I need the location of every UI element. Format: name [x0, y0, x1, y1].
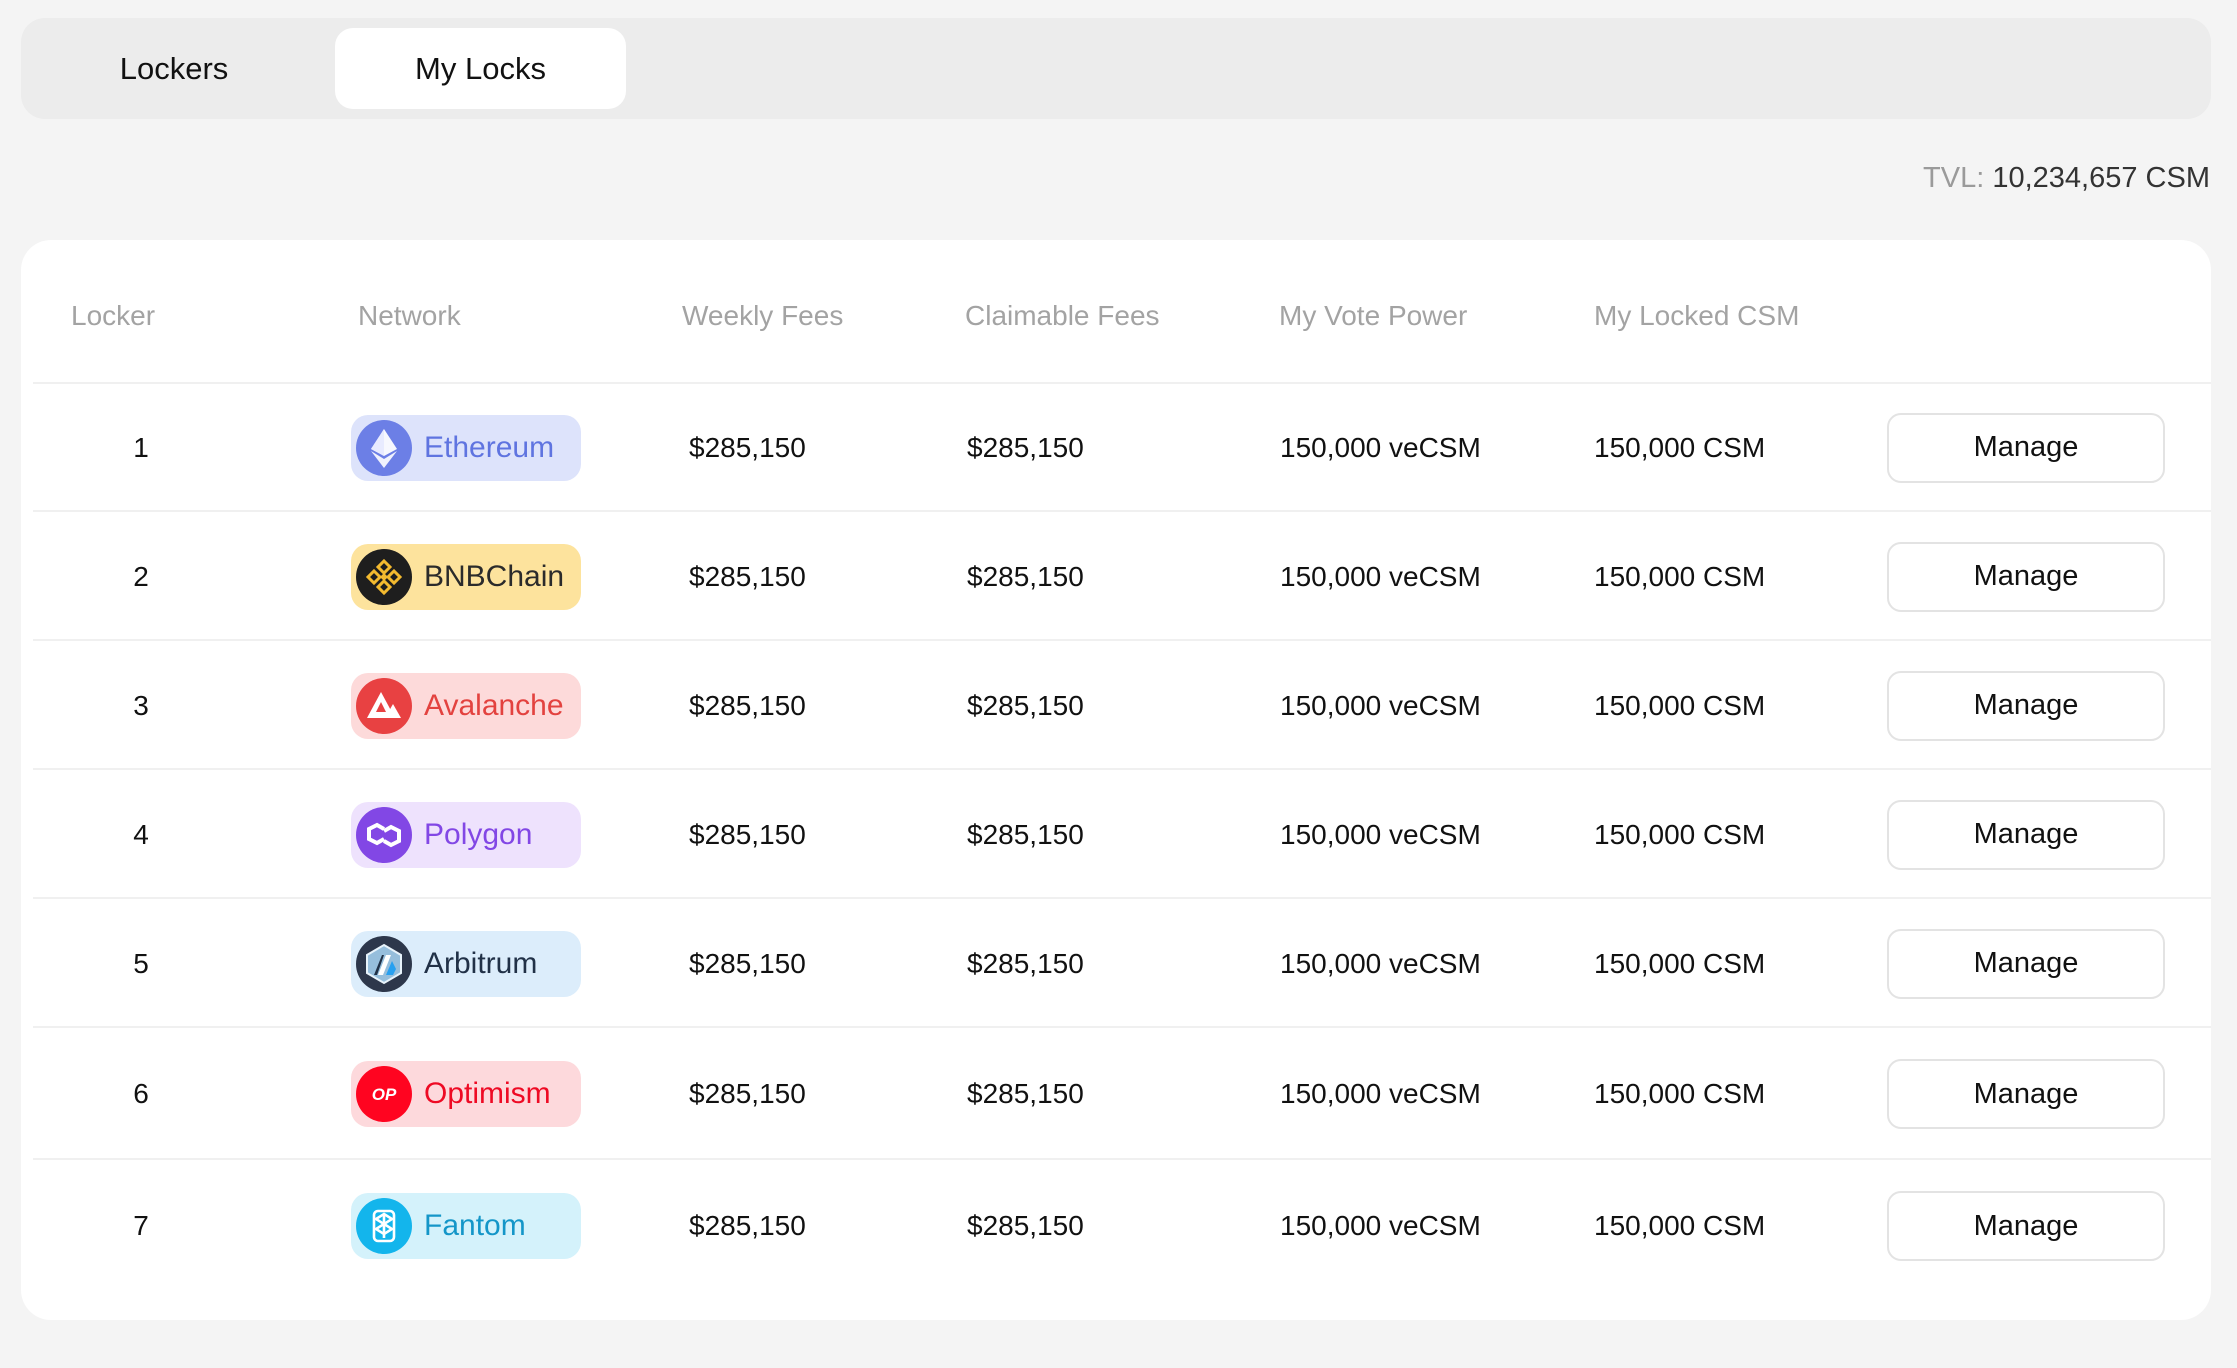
header-network: Network — [358, 300, 461, 331]
network-badge: BNBChain — [351, 543, 581, 610]
svg-text:OP: OP — [372, 1085, 397, 1104]
ethereum-icon — [356, 419, 412, 476]
locker-index: 5 — [133, 947, 149, 979]
network-name: Ethereum — [424, 430, 555, 464]
network-badge: Fantom — [351, 1193, 581, 1259]
network-badge: Arbitrum — [351, 930, 581, 997]
avalanche-icon — [356, 677, 412, 734]
claimable-fees-value: $285,150 — [967, 689, 1084, 721]
tab-bar: Lockers My Locks — [21, 18, 2211, 119]
manage-button[interactable]: Manage — [1887, 1059, 2165, 1129]
claimable-fees-value: $285,150 — [967, 1078, 1084, 1109]
locker-index: 2 — [133, 560, 149, 592]
manage-button[interactable]: Manage — [1887, 541, 2165, 612]
vote-power-value: 150,000 veCSM — [1280, 818, 1481, 850]
weekly-fees-value: $285,150 — [689, 947, 806, 979]
table-row: 3 Avalanche $285,150 $285,150 150,000 veCSM 1… — [21, 641, 2211, 770]
network-name: Avalanche — [424, 688, 564, 722]
vote-power-value: 150,000 veCSM — [1280, 1078, 1481, 1109]
manage-button[interactable]: Manage — [1887, 928, 2165, 999]
header-claimable-fees: Claimable Fees — [965, 300, 1160, 331]
locker-index: 1 — [133, 431, 149, 463]
table-row: 2 BNBChain $285,150 $285,150 150,000 veCSM 15… — [21, 512, 2211, 641]
locked-csm-value: 150,000 CSM — [1594, 560, 1766, 592]
manage-button[interactable]: Manage — [1887, 799, 2165, 870]
header-locker: Locker — [71, 300, 156, 331]
network-badge: Ethereum — [351, 414, 581, 481]
locker-index: 3 — [133, 689, 149, 721]
table-row: 1 Ethereum $285,150 $285,150 150,000 veCSM 15… — [21, 383, 2211, 512]
manage-button[interactable]: Manage — [1887, 670, 2165, 741]
network-name: Arbitrum — [424, 946, 538, 980]
vote-power-value: 150,000 veCSM — [1280, 560, 1481, 592]
network-cell: BNBChain — [351, 512, 581, 641]
weekly-fees-value: $285,150 — [689, 818, 806, 850]
weekly-fees-value: $285,150 — [689, 689, 806, 721]
tvl-value: 10,234,657 CSM — [1992, 162, 2210, 194]
network-cell: Polygon — [351, 770, 581, 899]
network-name: Polygon — [424, 817, 533, 851]
weekly-fees-value: $285,150 — [689, 1210, 806, 1241]
tab-my-locks[interactable]: My Locks — [335, 28, 626, 109]
network-name: Fantom — [424, 1209, 526, 1242]
locked-csm-value: 150,000 CSM — [1594, 431, 1766, 463]
header-vote-power: My Vote Power — [1279, 300, 1468, 331]
locker-index: 7 — [133, 1210, 149, 1241]
network-name: BNBChain — [424, 559, 565, 593]
vote-power-value: 150,000 veCSM — [1280, 1210, 1481, 1241]
table-row: 5 Arbitrum $285,150 $285,150 150,000 veCSM 15… — [21, 899, 2211, 1028]
claimable-fees-value: $285,150 — [967, 560, 1084, 592]
weekly-fees-value: $285,150 — [689, 1078, 806, 1109]
tvl-label: TVL: — [1923, 162, 1985, 194]
network-cell: Fantom — [351, 1160, 581, 1292]
locker-index: 6 — [133, 1078, 149, 1109]
network-cell: Ethereum — [351, 383, 581, 512]
table-row: 6 OP Optimism $285,150 $285,150 150,000 veCSM… — [21, 1028, 2211, 1160]
weekly-fees-value: $285,150 — [689, 431, 806, 463]
tab-lockers[interactable]: Lockers — [39, 28, 309, 109]
network-name: Optimism — [424, 1077, 551, 1110]
network-cell: Arbitrum — [351, 899, 581, 1028]
network-badge: OP Optimism — [351, 1061, 581, 1127]
vote-power-value: 150,000 veCSM — [1280, 689, 1481, 721]
network-cell: OP Optimism — [351, 1028, 581, 1160]
locked-csm-value: 150,000 CSM — [1594, 689, 1766, 721]
network-badge: Polygon — [351, 801, 581, 868]
manage-button[interactable]: Manage — [1887, 412, 2165, 483]
locked-csm-value: 150,000 CSM — [1594, 1210, 1766, 1241]
table-row: 4 Polygon $285,150 $285,150 150,000 veCSM 150… — [21, 770, 2211, 899]
locked-csm-value: 150,000 CSM — [1594, 947, 1766, 979]
table-row: 7 Fantom $285,150 $285,150 150,000 veCSM 150,… — [21, 1160, 2211, 1292]
locks-table: Locker Network Weekly Fees Claimable Fee… — [21, 240, 2211, 1320]
claimable-fees-value: $285,150 — [967, 818, 1084, 850]
locked-csm-value: 150,000 CSM — [1594, 1078, 1766, 1109]
tvl-display: TVL: 10,234,657 CSM — [1923, 162, 2210, 195]
header-weekly-fees: Weekly Fees — [682, 300, 844, 331]
vote-power-value: 150,000 veCSM — [1280, 431, 1481, 463]
fantom-icon — [356, 1198, 412, 1254]
weekly-fees-value: $285,150 — [689, 560, 806, 592]
locker-index: 4 — [133, 818, 149, 850]
locked-csm-value: 150,000 CSM — [1594, 818, 1766, 850]
claimable-fees-value: $285,150 — [967, 947, 1084, 979]
claimable-fees-value: $285,150 — [967, 1210, 1084, 1241]
header-locked-csm: My Locked CSM — [1594, 300, 1800, 331]
manage-button[interactable]: Manage — [1887, 1191, 2165, 1261]
vote-power-value: 150,000 veCSM — [1280, 947, 1481, 979]
bnb-icon — [356, 548, 412, 605]
claimable-fees-value: $285,150 — [967, 431, 1084, 463]
polygon-icon — [356, 806, 412, 863]
optimism-icon: OP — [356, 1066, 412, 1122]
network-badge: Avalanche — [351, 672, 581, 739]
arbitrum-icon — [356, 935, 412, 992]
network-cell: Avalanche — [351, 641, 581, 770]
